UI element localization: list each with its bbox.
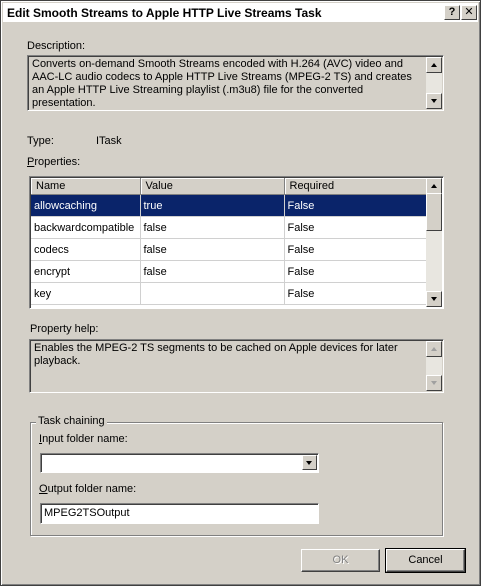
scroll-down-button[interactable]	[426, 93, 442, 109]
description-label: Description:	[27, 40, 86, 52]
window-title: Edit Smooth Streams to Apple HTTP Live S…	[7, 6, 322, 20]
property-name: allowcaching	[31, 194, 141, 217]
properties-label: Properties:	[27, 156, 80, 168]
type-value: ITask	[96, 135, 122, 147]
description-scrollbar[interactable]	[426, 57, 442, 109]
column-header-value[interactable]: Value	[140, 178, 285, 195]
property-required: False	[284, 260, 427, 283]
properties-scrollbar[interactable]	[426, 178, 442, 307]
property-name: backwardcompatible	[31, 216, 141, 239]
arrow-up-icon	[431, 63, 437, 67]
chevron-down-icon	[306, 461, 312, 465]
arrow-up-icon	[431, 184, 437, 188]
title-bar[interactable]: Edit Smooth Streams to Apple HTTP Live S…	[3, 3, 478, 22]
property-help-label: Property help:	[30, 323, 99, 335]
arrow-down-icon	[431, 99, 437, 103]
property-required: False	[284, 238, 427, 261]
property-value[interactable]: false	[140, 238, 285, 261]
dropdown-button[interactable]	[302, 455, 317, 470]
property-help-scrollbar[interactable]	[426, 341, 442, 391]
arrow-down-icon	[431, 297, 437, 301]
properties-grid[interactable]: Name Value Required allowcaching true Fa…	[29, 176, 444, 309]
property-value[interactable]: true	[140, 194, 285, 217]
property-name: key	[31, 282, 141, 305]
column-header-required[interactable]: Required	[284, 178, 427, 195]
output-folder-label: Output folder name:	[39, 483, 136, 495]
property-name: encrypt	[31, 260, 141, 283]
scroll-thumb[interactable]	[426, 193, 442, 231]
ok-button[interactable]: OK	[301, 549, 380, 572]
description-text: Converts on-demand Smooth Streams encode…	[32, 58, 412, 109]
output-folder-label-accel: O	[39, 483, 48, 495]
close-icon[interactable]: ✕	[461, 5, 477, 20]
output-folder-label-rest: utput folder name:	[47, 483, 137, 495]
properties-table: Name Value Required allowcaching true Fa…	[31, 178, 427, 305]
arrow-down-icon	[431, 381, 437, 385]
column-header-name[interactable]: Name	[31, 178, 141, 195]
table-row[interactable]: key False	[31, 282, 427, 305]
scroll-up-button[interactable]	[426, 341, 442, 357]
arrow-up-icon	[431, 347, 437, 351]
table-row[interactable]: backwardcompatible false False	[31, 216, 427, 239]
dialog-window: Edit Smooth Streams to Apple HTTP Live S…	[0, 0, 481, 586]
task-chaining-caption: Task chaining	[36, 415, 107, 427]
property-value[interactable]: false	[140, 260, 285, 283]
scroll-down-button[interactable]	[426, 375, 442, 391]
input-folder-label: Input folder name:	[39, 433, 128, 445]
property-name: codecs	[31, 238, 141, 261]
properties-label-rest: roperties:	[34, 156, 81, 168]
table-row[interactable]: codecs false False	[31, 238, 427, 261]
scroll-up-button[interactable]	[426, 57, 442, 73]
scroll-down-button[interactable]	[426, 291, 442, 307]
help-button[interactable]: ?	[444, 5, 460, 20]
description-box: Converts on-demand Smooth Streams encode…	[27, 55, 444, 111]
property-value[interactable]: false	[140, 216, 285, 239]
property-required: False	[284, 194, 427, 217]
input-folder-dropdown[interactable]	[40, 453, 319, 473]
property-help-text: Enables the MPEG-2 TS segments to be cac…	[34, 342, 398, 367]
property-required: False	[284, 282, 427, 305]
cancel-button[interactable]: Cancel	[385, 548, 466, 573]
property-value[interactable]	[140, 282, 285, 305]
property-help-box: Enables the MPEG-2 TS segments to be cac…	[29, 339, 444, 393]
input-folder-label-rest: nput folder name:	[42, 433, 128, 445]
scroll-up-button[interactable]	[426, 178, 442, 194]
table-row[interactable]: encrypt false False	[31, 260, 427, 283]
table-header-row: Name Value Required	[31, 178, 427, 195]
property-required: False	[284, 216, 427, 239]
output-folder-value: MPEG2TSOutput	[44, 507, 130, 519]
output-folder-input[interactable]: MPEG2TSOutput	[40, 503, 319, 524]
table-row[interactable]: allowcaching true False	[31, 194, 427, 217]
type-label: Type:	[27, 135, 54, 147]
